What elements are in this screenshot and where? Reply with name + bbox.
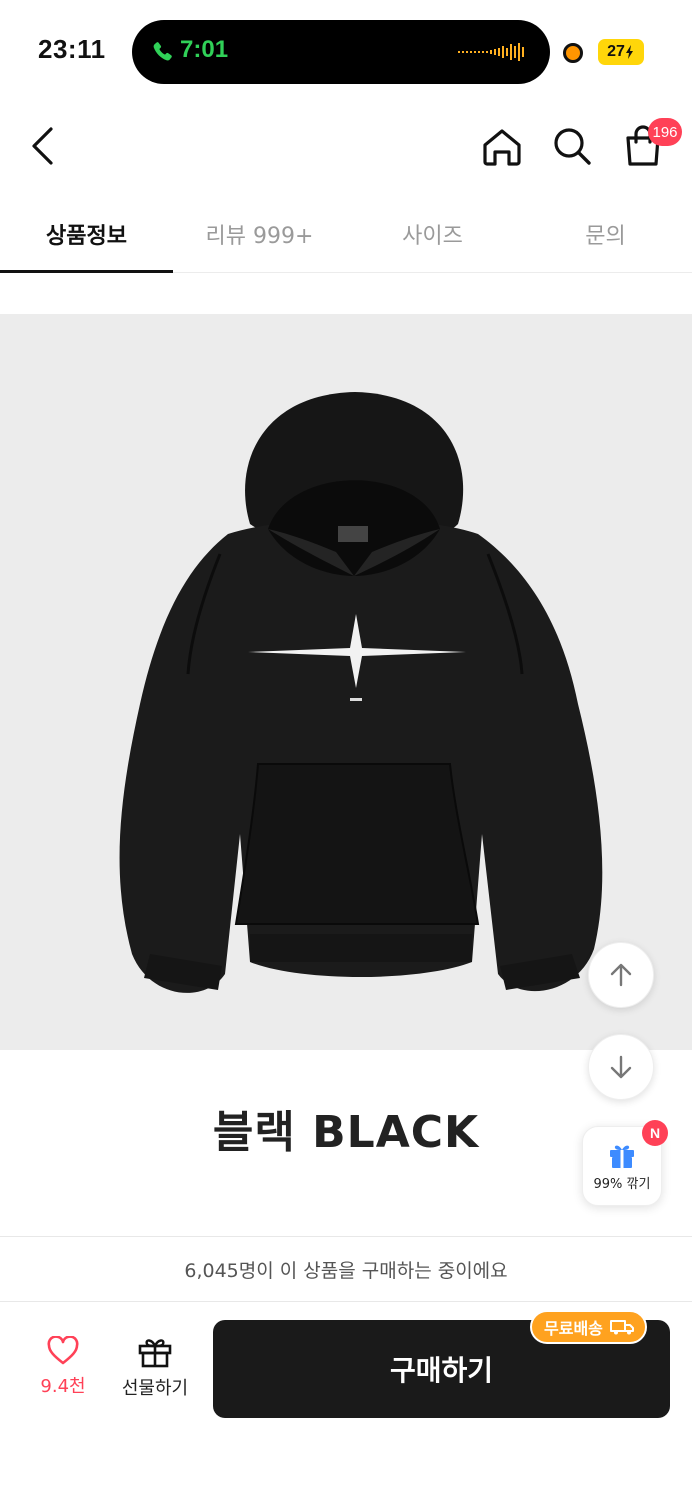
call-duration: 7:01 bbox=[180, 36, 229, 63]
like-count: 9.4천 bbox=[40, 1376, 86, 1397]
heart-icon bbox=[47, 1336, 79, 1365]
charging-icon bbox=[625, 45, 633, 59]
search-icon bbox=[554, 128, 591, 165]
gift-button[interactable]: 선물하기 bbox=[112, 1336, 198, 1416]
delivery-truck-icon bbox=[609, 1320, 634, 1335]
back-button[interactable] bbox=[20, 122, 64, 170]
tab-product-info[interactable]: 상품정보 bbox=[0, 196, 173, 273]
search-button[interactable] bbox=[548, 122, 596, 170]
arrow-up-icon bbox=[610, 963, 632, 987]
scroll-down-button[interactable] bbox=[588, 1034, 654, 1100]
gift-icon bbox=[138, 1339, 172, 1368]
purchasing-now-notice: 6,045명이 이 상품을 구매하는 중이에요 bbox=[0, 1236, 692, 1302]
home-button[interactable] bbox=[478, 124, 526, 170]
battery-indicator: 27 bbox=[598, 39, 644, 65]
audio-wave-icon bbox=[458, 43, 524, 61]
gift-box-icon bbox=[610, 1145, 634, 1168]
chevron-left-icon bbox=[32, 127, 53, 165]
phone-icon bbox=[153, 42, 172, 61]
bargain-label: 99% 깎기 bbox=[593, 1176, 651, 1192]
product-image bbox=[0, 314, 692, 1050]
scroll-up-button[interactable] bbox=[588, 942, 654, 1008]
new-badge: N bbox=[642, 1120, 668, 1146]
status-time: 23:11 bbox=[38, 34, 106, 64]
like-button[interactable]: 9.4천 bbox=[22, 1336, 104, 1416]
recording-indicator bbox=[563, 43, 583, 63]
free-shipping-label: 무료배송 bbox=[544, 1319, 603, 1338]
arrow-down-icon bbox=[610, 1055, 632, 1079]
battery-level: 27 bbox=[607, 43, 625, 60]
cart-count-badge: 196 bbox=[648, 118, 682, 146]
free-shipping-badge: 무료배송 bbox=[530, 1310, 647, 1344]
hoodie-image bbox=[119, 392, 603, 993]
tab-reviews[interactable]: 리뷰 999+ bbox=[173, 196, 346, 272]
tab-inquiry[interactable]: 문의 bbox=[519, 196, 692, 272]
home-icon bbox=[483, 129, 521, 166]
product-tabs: 상품정보 리뷰 999+ 사이즈 문의 bbox=[0, 196, 692, 273]
purchasing-now-text: 6,045명이 이 상품을 구매하는 중이에요 bbox=[184, 1259, 508, 1282]
gift-label: 선물하기 bbox=[121, 1378, 189, 1399]
tab-size[interactable]: 사이즈 bbox=[346, 196, 519, 272]
